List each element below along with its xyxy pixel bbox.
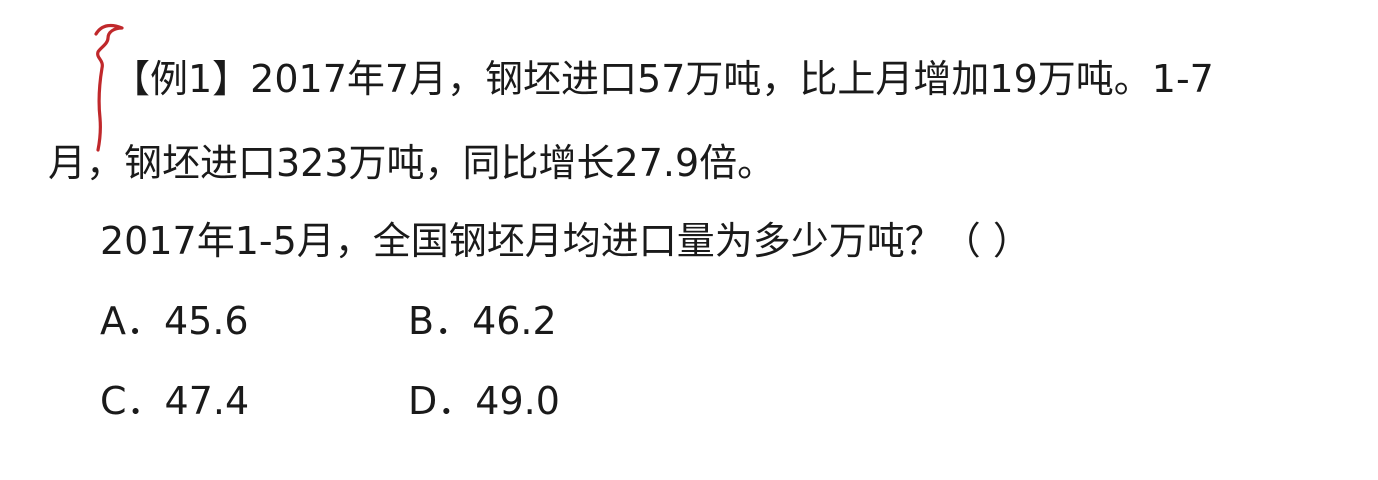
option-d[interactable]: D．49.0 xyxy=(408,378,560,424)
question-page: 【例1】2017年7月，钢坯进口57万吨，比上月增加19万吨。1-7 月，钢坯进… xyxy=(0,0,1378,480)
question-prompt: 2017年1-5月，全国钢坯月均进口量为多少万吨？（ ） xyxy=(100,219,1031,263)
option-a[interactable]: A．45.6 xyxy=(100,298,249,344)
question-stem-line-2: 月，钢坯进口323万吨，同比增长27.9倍。 xyxy=(48,141,776,185)
option-c[interactable]: C．47.4 xyxy=(100,378,249,424)
option-b[interactable]: B．46.2 xyxy=(408,298,557,344)
question-stem-line-1: 【例1】2017年7月，钢坯进口57万吨，比上月增加19万吨。1-7 xyxy=(112,57,1214,101)
